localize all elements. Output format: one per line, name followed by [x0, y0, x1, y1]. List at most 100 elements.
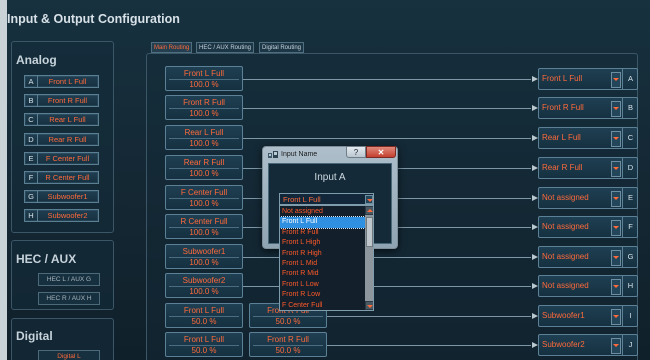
hec-panel: HEC / AUX HEC L / AUX G HEC R / AUX H — [11, 240, 114, 310]
output-letter: F — [622, 217, 638, 237]
output-letter: D — [622, 158, 638, 178]
source-name: Rear L Full — [184, 128, 224, 137]
analog-input-h-button[interactable]: H Subwoofer2 — [24, 209, 99, 223]
source-gain: 50.0 % — [191, 317, 217, 326]
source-box-8[interactable]: Subwoofer2 100.0 % — [165, 273, 243, 298]
source-name: R Center Full — [180, 217, 228, 226]
analog-input-e-button[interactable]: EF Center Full — [24, 151, 99, 165]
output-dropdown-icon[interactable] — [611, 250, 621, 266]
output-value: Rear R Full — [542, 163, 583, 172]
source-box-1[interactable]: Front L Full 100.0 % — [165, 66, 243, 91]
tab-hec-aux-routing[interactable]: HEC / AUX Routing — [196, 42, 255, 53]
dropdown-option[interactable]: Front L High — [280, 238, 365, 248]
io-config-window: Input & Output Configuration Analog A Fro… — [0, 0, 650, 360]
hec-r-aux-h-button[interactable]: HEC R / AUX H — [38, 292, 100, 305]
hec-l-aux-g-button[interactable]: HEC L / AUX G — [38, 273, 100, 286]
dropdown-option[interactable]: Front R Full — [280, 228, 365, 238]
source-box-6[interactable]: R Center Full 100.0 % — [165, 214, 243, 239]
source-gain: 50.0 % — [191, 346, 217, 355]
source-box-4[interactable]: Rear R Full 100.0 % — [165, 155, 243, 180]
output-dropdown-icon[interactable] — [611, 309, 621, 325]
routing-line — [327, 316, 531, 317]
output-value: Not assigned — [542, 222, 589, 231]
dropdown-option[interactable]: F Center Full — [280, 301, 365, 310]
input-label: F Center Full — [45, 153, 90, 163]
output-letter: A — [622, 69, 638, 89]
source-name: Front R Full — [267, 335, 309, 344]
source-gain: 100.0 % — [189, 80, 219, 89]
source-box-10[interactable]: Front L Full 50.0 % — [165, 332, 243, 357]
dropdown-option[interactable]: Front R Mid — [280, 269, 365, 279]
input-label: Subwoofer2 — [47, 211, 88, 221]
dropdown-scrollbar[interactable] — [365, 206, 373, 310]
source-gain: 50.0 % — [275, 317, 301, 326]
source-gain: 100.0 % — [189, 228, 219, 237]
output-dropdown-icon[interactable] — [611, 101, 621, 117]
input-name-combobox[interactable]: Front L Full — [279, 193, 374, 205]
output-dropdown-icon[interactable] — [611, 338, 621, 354]
output-j-select[interactable]: Subwoofer2 J — [538, 334, 638, 356]
scroll-up-icon[interactable] — [365, 206, 373, 215]
source-box-3[interactable]: Rear L Full 100.0 % — [165, 125, 243, 150]
scroll-down-icon[interactable] — [365, 301, 373, 310]
dropdown-option[interactable]: Front R High — [280, 249, 365, 259]
dialog-help-button[interactable]: ? — [346, 146, 366, 158]
output-h-select[interactable]: Not assigned H — [538, 275, 638, 297]
digital-l-button[interactable]: Digital L — [38, 350, 100, 360]
combobox-value: Front L Full — [283, 195, 321, 204]
output-letter: I — [622, 306, 638, 326]
output-value: Front R Full — [542, 103, 584, 112]
input-label: R Center Full — [45, 173, 90, 182]
source-box-7[interactable]: Subwoofer1 100.0 % — [165, 244, 243, 269]
output-d-select[interactable]: Rear R Full D — [538, 157, 638, 179]
dropdown-option[interactable]: Front R Low — [280, 290, 365, 300]
dropdown-option[interactable]: Front L Full — [280, 216, 366, 229]
analog-input-b-button[interactable]: B Front R Full — [24, 94, 99, 108]
dropdown-list: Not assigned Front L Full Front R Full Fron… — [279, 205, 374, 311]
source-gain: 100.0 % — [189, 109, 219, 118]
output-dropdown-icon[interactable] — [611, 220, 621, 236]
output-dropdown-icon[interactable] — [611, 191, 621, 207]
output-dropdown-icon[interactable] — [611, 131, 621, 147]
output-a-select[interactable]: Front L Full A — [538, 68, 638, 90]
dialog-close-button[interactable]: ✕ — [366, 146, 396, 158]
input-label: Front R Full — [47, 96, 88, 106]
source-box-9[interactable]: Front L Full 50.0 % — [165, 303, 243, 328]
digital-heading: Digital — [16, 329, 53, 343]
source-gain: 100.0 % — [189, 258, 219, 267]
source-gain: 50.0 % — [275, 346, 301, 355]
output-dropdown-icon[interactable] — [611, 279, 621, 295]
output-value: Front L Full — [542, 74, 583, 83]
output-letter: H — [622, 276, 638, 296]
source-box-5[interactable]: F Center Full 100.0 % — [165, 185, 243, 210]
source-name: Front L Full — [183, 306, 225, 315]
tab-main-routing[interactable]: Main Routing — [151, 42, 193, 53]
output-dropdown-icon[interactable] — [611, 161, 621, 177]
analog-input-c-button[interactable]: C Rear L Full — [24, 113, 99, 127]
routing-line — [327, 345, 531, 346]
output-b-select[interactable]: Front R Full B — [538, 97, 638, 119]
source-gain: 100.0 % — [189, 199, 219, 208]
analog-heading: Analog — [16, 53, 57, 67]
dropdown-option[interactable]: Not assigned — [280, 207, 365, 217]
output-e-select[interactable]: Not assigned E — [538, 187, 638, 209]
output-f-select[interactable]: Not assigned F — [538, 216, 638, 238]
dropdown-option[interactable]: Front L Mid — [280, 259, 365, 269]
dropdown-option[interactable]: Front L Low — [280, 280, 365, 290]
output-i-select[interactable]: Subwoofer1 I — [538, 305, 638, 327]
source-gain: 100.0 % — [189, 287, 219, 296]
source-box-2[interactable]: Front R Full 100.0 % — [165, 95, 243, 120]
tab-digital-routing[interactable]: Digital Routing — [259, 42, 305, 53]
combobox-dropdown-icon[interactable] — [365, 195, 373, 204]
output-c-select[interactable]: Rear L Full C — [538, 127, 638, 149]
analog-input-a-button[interactable]: A Front L Full — [24, 75, 99, 88]
scroll-thumb[interactable] — [366, 217, 373, 247]
output-letter: E — [622, 188, 638, 208]
analog-input-g-button[interactable]: G Subwoofer1 — [24, 190, 99, 204]
analog-input-f-button[interactable]: FR Center Full — [24, 171, 99, 184]
output-g-select[interactable]: Not assigned G — [538, 246, 638, 268]
analog-input-d-button[interactable]: D Rear R Full — [24, 132, 99, 146]
output-dropdown-icon[interactable] — [611, 72, 621, 88]
dialog-input-label: Input A — [314, 172, 346, 183]
second-source-box-2[interactable]: Front R Full 50.0 % — [249, 332, 327, 357]
